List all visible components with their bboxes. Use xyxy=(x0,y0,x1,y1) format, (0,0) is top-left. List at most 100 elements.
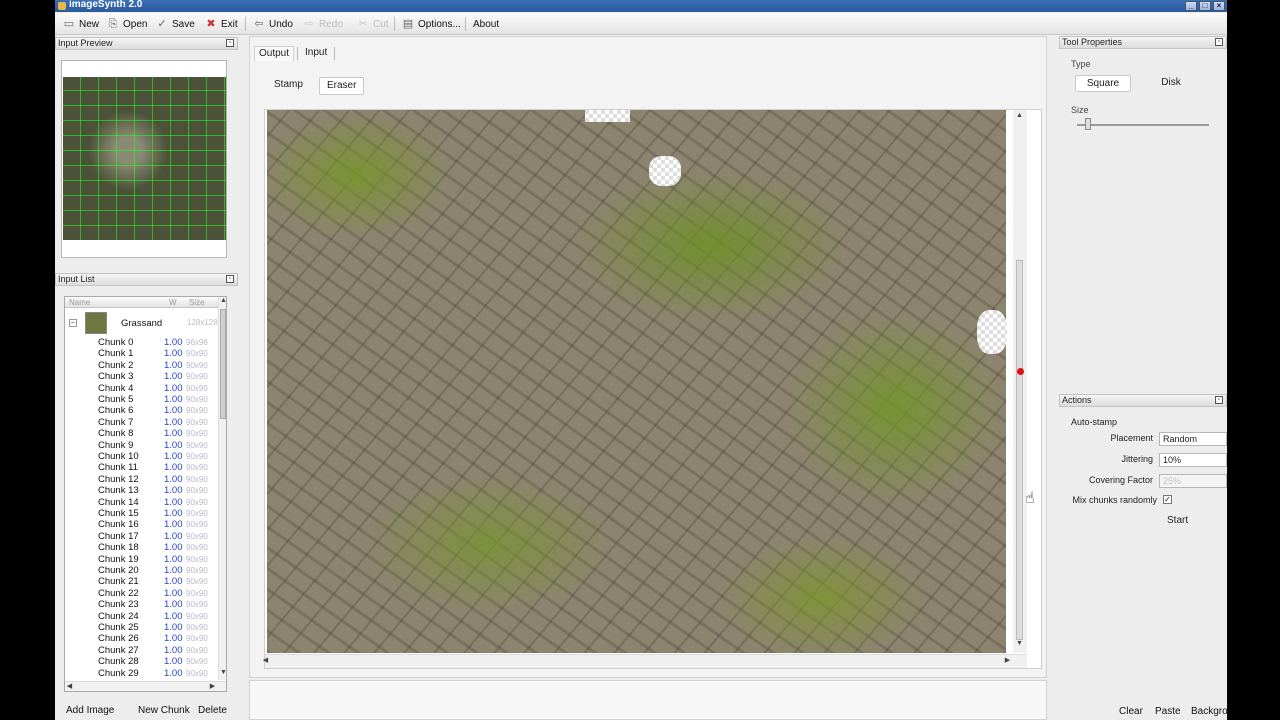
chunk-weight[interactable]: 1.00 xyxy=(164,645,183,656)
chunk-weight[interactable]: 1.00 xyxy=(164,531,183,542)
chunk-weight[interactable]: 1.00 xyxy=(164,611,183,622)
type-disk-button[interactable]: Disk xyxy=(1141,75,1201,92)
open-button[interactable]: ⎘ Open xyxy=(107,16,148,32)
list-item-chunk[interactable]: Chunk 11 1.00 90x90 xyxy=(65,462,217,473)
list-item-chunk[interactable]: Chunk 5 1.00 90x90 xyxy=(65,394,217,405)
chunk-weight[interactable]: 1.00 xyxy=(164,656,183,667)
chunk-weight[interactable]: 1.00 xyxy=(164,599,183,610)
column-size[interactable]: Size xyxy=(189,298,205,307)
start-button[interactable]: Start xyxy=(1167,515,1188,526)
delete-button[interactable]: Delete xyxy=(198,705,227,716)
size-slider-handle[interactable] xyxy=(1085,118,1091,130)
synthesized-texture[interactable] xyxy=(267,110,1007,653)
list-item-chunk[interactable]: Chunk 23 1.00 90x90 xyxy=(65,599,217,610)
list-item-image[interactable]: − Grassand 128x128 xyxy=(65,312,218,336)
chunk-weight[interactable]: 1.00 xyxy=(164,497,183,508)
list-item-chunk[interactable]: Chunk 0 1.00 96x96 xyxy=(65,337,217,348)
list-item-chunk[interactable]: Chunk 15 1.00 90x90 xyxy=(65,508,217,519)
chunk-weight[interactable]: 1.00 xyxy=(164,474,183,485)
list-item-chunk[interactable]: Chunk 28 1.00 90x90 xyxy=(65,656,217,667)
stamp-tool-button[interactable]: Stamp xyxy=(267,77,310,95)
chunk-weight[interactable]: 1.00 xyxy=(164,417,183,428)
list-item-chunk[interactable]: Chunk 18 1.00 90x90 xyxy=(65,542,217,553)
cut-button[interactable]: ✂ Cut xyxy=(357,16,388,32)
redo-button[interactable]: ⇨ Redo xyxy=(303,16,343,32)
paste-button[interactable]: Paste xyxy=(1155,706,1181,717)
canvas-horizontal-scrollbar[interactable]: ◀ ▶ xyxy=(263,654,1027,668)
chunk-weight[interactable]: 1.00 xyxy=(164,462,183,473)
canvas-vertical-scrollbar[interactable]: ▲ ▼ xyxy=(1013,110,1027,653)
scroll-up-icon[interactable]: ▲ xyxy=(1015,112,1024,119)
list-item-chunk[interactable]: Chunk 29 1.00 90x90 xyxy=(65,668,217,679)
chunk-weight[interactable]: 1.00 xyxy=(164,668,183,679)
chunk-weight[interactable]: 1.00 xyxy=(164,348,183,359)
close-icon[interactable]: × xyxy=(1213,1,1225,11)
list-item-chunk[interactable]: Chunk 8 1.00 90x90 xyxy=(65,428,217,439)
chunk-weight[interactable]: 1.00 xyxy=(164,440,183,451)
chunk-weight[interactable]: 1.00 xyxy=(164,508,183,519)
scroll-thumb[interactable] xyxy=(220,309,226,419)
eraser-tool-button[interactable]: Eraser xyxy=(319,77,365,95)
column-weight[interactable]: W xyxy=(169,298,177,307)
chunk-weight[interactable]: 1.00 xyxy=(164,519,183,530)
collapse-icon[interactable]: − xyxy=(69,319,77,327)
chunk-weight[interactable]: 1.00 xyxy=(164,394,183,405)
column-name[interactable]: Name xyxy=(69,298,90,307)
chunk-weight[interactable]: 1.00 xyxy=(164,485,183,496)
chunk-weight[interactable]: 1.00 xyxy=(164,360,183,371)
list-item-chunk[interactable]: Chunk 1 1.00 90x90 xyxy=(65,348,217,359)
output-canvas[interactable]: ▲ ▼ ◀ ▶ xyxy=(263,109,1042,669)
chunk-weight[interactable]: 1.00 xyxy=(164,576,183,587)
chunk-weight[interactable]: 1.00 xyxy=(164,428,183,439)
float-panel-icon[interactable]: ▫ xyxy=(226,39,234,47)
list-item-chunk[interactable]: Chunk 26 1.00 90x90 xyxy=(65,633,217,644)
list-vertical-scrollbar[interactable]: ▲ ▼ xyxy=(218,297,226,680)
background-button[interactable]: Background xyxy=(1191,706,1227,717)
chunk-weight[interactable]: 1.00 xyxy=(164,565,183,576)
exit-button[interactable]: ✖ Exit xyxy=(205,16,237,32)
list-item-chunk[interactable]: Chunk 2 1.00 90x90 xyxy=(65,360,217,371)
scroll-down-icon[interactable]: ▼ xyxy=(1015,640,1024,647)
scroll-right-icon[interactable]: ▶ xyxy=(1003,656,1012,664)
scroll-left-icon[interactable]: ◀ xyxy=(261,656,270,664)
jittering-spinbox[interactable]: 10% xyxy=(1159,453,1227,467)
float-panel-icon[interactable]: ▫ xyxy=(1215,38,1223,46)
list-item-chunk[interactable]: Chunk 3 1.00 90x90 xyxy=(65,371,217,382)
minimize-icon[interactable]: _ xyxy=(1185,1,1197,11)
scroll-thumb[interactable] xyxy=(1016,260,1023,640)
undo-button[interactable]: ⇦ Undo xyxy=(253,16,293,32)
list-horizontal-scrollbar[interactable]: ◀ ▶ xyxy=(65,681,226,691)
list-item-chunk[interactable]: Chunk 27 1.00 90x90 xyxy=(65,645,217,656)
scroll-right-icon[interactable]: ▶ xyxy=(208,682,217,690)
float-panel-icon[interactable]: ▫ xyxy=(1215,396,1223,404)
list-item-chunk[interactable]: Chunk 17 1.00 90x90 xyxy=(65,531,217,542)
list-item-chunk[interactable]: Chunk 10 1.00 90x90 xyxy=(65,451,217,462)
covering-factor-spinbox[interactable]: 25% xyxy=(1159,474,1227,488)
list-item-chunk[interactable]: Chunk 14 1.00 90x90 xyxy=(65,497,217,508)
list-item-chunk[interactable]: Chunk 9 1.00 90x90 xyxy=(65,440,217,451)
list-item-chunk[interactable]: Chunk 24 1.00 90x90 xyxy=(65,611,217,622)
chunk-weight[interactable]: 1.00 xyxy=(164,622,183,633)
add-image-button[interactable]: Add Image xyxy=(66,705,114,716)
list-item-chunk[interactable]: Chunk 22 1.00 90x90 xyxy=(65,588,217,599)
tab-output[interactable]: Output xyxy=(254,46,295,61)
clear-button[interactable]: Clear xyxy=(1119,706,1143,717)
size-slider-track[interactable] xyxy=(1077,124,1209,126)
list-item-chunk[interactable]: Chunk 19 1.00 90x90 xyxy=(65,554,217,565)
list-item-chunk[interactable]: Chunk 12 1.00 90x90 xyxy=(65,474,217,485)
list-item-chunk[interactable]: Chunk 7 1.00 90x90 xyxy=(65,417,217,428)
chunk-weight[interactable]: 1.00 xyxy=(164,451,183,462)
new-chunk-button[interactable]: New Chunk xyxy=(138,705,190,716)
chunk-weight[interactable]: 1.00 xyxy=(164,337,183,348)
new-button[interactable]: ▭ New xyxy=(63,16,99,32)
maximize-icon[interactable]: □ xyxy=(1199,1,1211,11)
scroll-down-icon[interactable]: ▼ xyxy=(219,669,226,676)
list-item-chunk[interactable]: Chunk 4 1.00 90x90 xyxy=(65,383,217,394)
list-item-chunk[interactable]: Chunk 20 1.00 90x90 xyxy=(65,565,217,576)
chunk-weight[interactable]: 1.00 xyxy=(164,542,183,553)
chunk-weight[interactable]: 1.00 xyxy=(164,405,183,416)
chunk-weight[interactable]: 1.00 xyxy=(164,371,183,382)
float-panel-icon[interactable]: ▫ xyxy=(226,275,234,283)
list-item-chunk[interactable]: Chunk 16 1.00 90x90 xyxy=(65,519,217,530)
chunk-weight[interactable]: 1.00 xyxy=(164,383,183,394)
